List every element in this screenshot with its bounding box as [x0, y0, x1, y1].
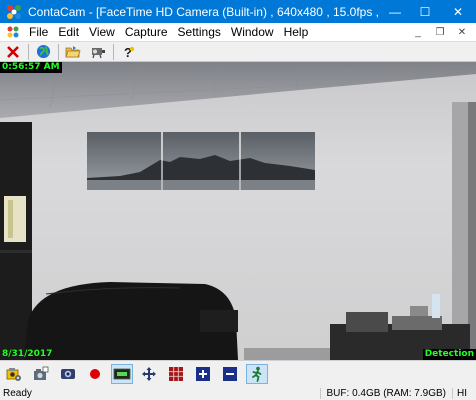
move-button[interactable]: [138, 364, 160, 384]
menu-bar: File Edit View Capture Settings Window H…: [0, 23, 476, 41]
menu-capture[interactable]: Capture: [120, 23, 173, 41]
motion-detection-button[interactable]: [246, 363, 268, 384]
timestamp-overlay: 0:56:57 AM: [0, 62, 62, 73]
monitor-icon: [113, 368, 131, 379]
window-title: ContaCam - [FaceTime HD Camera (Built-in…: [28, 4, 380, 19]
document-window-controls: _ ❐ ✕: [410, 25, 476, 39]
zoom-in-button[interactable]: [192, 364, 214, 384]
toolbar-separator: [28, 43, 29, 60]
zoom-in-icon: [196, 366, 210, 381]
snapshot-button[interactable]: [30, 364, 52, 384]
zoom-out-button[interactable]: [219, 364, 241, 384]
svg-text:?: ?: [124, 45, 132, 59]
toolbar-separator: [113, 43, 114, 60]
grid-button[interactable]: [165, 364, 187, 384]
capture-toolbar: [0, 360, 476, 386]
camera-settings-icon: [6, 367, 21, 381]
snapshot-icon: [34, 366, 49, 380]
doc-restore-button[interactable]: ❐: [432, 25, 448, 39]
menu-settings[interactable]: Settings: [173, 23, 226, 41]
mode-indicator: HI: [452, 387, 476, 399]
minimize-button[interactable]: —: [380, 0, 410, 23]
record-icon: [90, 368, 100, 379]
camera-preview[interactable]: 0:56:57 AM 8/31/2017 Detection: [0, 62, 476, 360]
main-toolbar: ?: [0, 41, 476, 62]
doc-close-button[interactable]: ✕: [454, 25, 470, 39]
detection-overlay: Detection: [422, 349, 476, 360]
doc-minimize-button[interactable]: _: [410, 25, 426, 39]
move-icon: [142, 366, 156, 381]
webcam-icon: [61, 368, 75, 379]
menu-view[interactable]: View: [84, 23, 120, 41]
status-bar: Ready BUF: 0.4GB (RAM: 7.9GB) HI: [0, 386, 476, 400]
motion-detection-icon: [252, 366, 262, 382]
menu-window[interactable]: Window: [226, 23, 279, 41]
camera-image: [0, 62, 476, 360]
help-button[interactable]: ?: [118, 43, 138, 61]
close-camera-button[interactable]: [3, 43, 23, 61]
projector-icon: [92, 47, 105, 58]
menu-edit[interactable]: Edit: [53, 23, 84, 41]
maximize-icon: ☐: [419, 4, 431, 19]
maximize-button[interactable]: ☐: [410, 0, 440, 23]
help-icon: ?: [124, 45, 135, 59]
zoom-out-icon: [223, 366, 237, 381]
close-icon: ✕: [452, 4, 464, 19]
close-window-button[interactable]: ✕: [440, 0, 476, 23]
close-icon: [7, 45, 19, 58]
video-source-button[interactable]: [57, 364, 79, 384]
document-icon[interactable]: [6, 25, 20, 39]
title-bar: ContaCam - [FaceTime HD Camera (Built-in…: [0, 0, 476, 23]
open-folder-icon: [65, 45, 81, 57]
date-overlay: 8/31/2017: [2, 349, 53, 359]
minimize-icon: —: [389, 4, 401, 19]
projector-button[interactable]: [88, 43, 108, 61]
globe-icon: [36, 44, 50, 59]
menu-help[interactable]: Help: [279, 23, 314, 41]
toolbar-separator: [58, 43, 59, 60]
buffer-status: BUF: 0.4GB (RAM: 7.9GB): [319, 387, 452, 399]
browse-button[interactable]: [33, 43, 53, 61]
camera-settings-button[interactable]: [3, 364, 25, 384]
open-files-button[interactable]: [63, 43, 83, 61]
record-button[interactable]: [84, 364, 106, 384]
grid-icon: [169, 366, 183, 381]
contacam-app-icon[interactable]: [6, 4, 22, 20]
menu-file[interactable]: File: [24, 23, 53, 41]
status-text: Ready: [3, 387, 32, 399]
monitor-button[interactable]: [111, 363, 133, 384]
